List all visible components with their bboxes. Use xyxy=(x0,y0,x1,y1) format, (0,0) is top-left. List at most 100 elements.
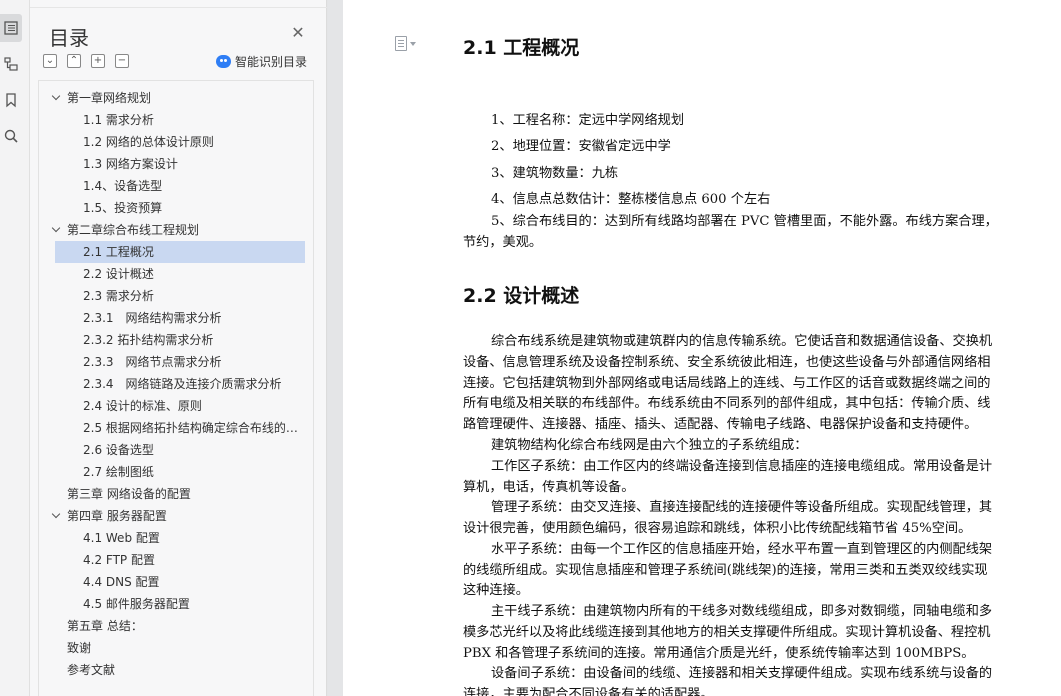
toc-section-item[interactable]: 2.3.3 网络节点需求分析 xyxy=(39,351,305,373)
toc-section-item[interactable]: 2.3.4 网络链路及连接介质需求分析 xyxy=(39,373,305,395)
document-icon xyxy=(395,36,407,51)
toc-item-label: 2.3 需求分析 xyxy=(83,289,154,303)
toc-section-item[interactable]: 1.5、投资预算 xyxy=(39,197,305,219)
toc-item-label: 2.3.4 网络链路及连接介质需求分析 xyxy=(83,377,282,391)
toc-item-label: 2.1 工程概况 xyxy=(83,245,154,259)
section-heading-2-1: 2.1 工程概况 xyxy=(463,37,580,59)
expand-all-icon[interactable]: ⌄ xyxy=(43,54,57,68)
close-icon[interactable]: ✕ xyxy=(290,25,306,41)
toc-section-item[interactable]: 1.2 网络的总体设计原则 xyxy=(39,131,305,153)
toc-section-item[interactable]: 4.5 邮件服务器配置 xyxy=(39,593,305,615)
list-item: 3、建筑物数量：九栋 xyxy=(491,166,619,181)
toc-section-item[interactable]: 2.1 工程概况 xyxy=(55,241,305,263)
toc-item-label: 致谢 xyxy=(67,641,92,655)
toc-chapter-item[interactable]: 参考文献 xyxy=(39,659,313,681)
side-rail xyxy=(0,0,30,696)
toc-item-label: 第二章综合布线工程规划 xyxy=(67,223,200,237)
toc-item-label: 第三章 网络设备的配置 xyxy=(67,487,191,501)
toc-toolbar: ⌄ ⌃ + − xyxy=(43,54,129,70)
toc-item-label: 1.4、设备选型 xyxy=(83,179,163,193)
toc-tree: 第一章网络规划 1.1 需求分析 1.2 网络的总体设计原则 1.3 网络方案设计 1.… xyxy=(38,80,314,696)
chevron-down-icon xyxy=(410,41,416,46)
ai-icon xyxy=(216,55,231,68)
paragraph-line: 所有电缆及相关联的布线部件。布线系统由不同系列的部件组成，其中包括：传输介质、线 xyxy=(463,396,991,411)
add-heading-icon[interactable]: + xyxy=(91,54,105,68)
toc-chapter-item[interactable]: 第二章综合布线工程规划 xyxy=(39,219,313,241)
paragraph-line: 工作区子系统：由工作区内的终端设备连接到信息插座的连接电缆组成。常用设备是计 xyxy=(491,459,993,474)
search-icon[interactable] xyxy=(0,122,22,150)
paragraph-line: 水平子系统：由每一个工作区的信息插座开始，经水平布置一直到管理区的内侧配线架 xyxy=(491,542,993,557)
toc-item-label: 第五章 总结： xyxy=(67,619,143,633)
toc-section-item[interactable]: 4.4 DNS 配置 xyxy=(39,571,305,593)
panel-top-border xyxy=(30,0,327,8)
toc-item-label: 4.1 Web 配置 xyxy=(83,531,160,545)
toc-chapter-item[interactable]: 第三章 网络设备的配置 xyxy=(39,483,313,505)
toc-section-item[interactable]: 1.1 需求分析 xyxy=(39,109,305,131)
toc-item-label: 1.5、投资预算 xyxy=(83,201,163,215)
section-heading-2-2: 2.2 设计概述 xyxy=(463,285,580,307)
page-menu-button[interactable] xyxy=(395,36,416,51)
toc-list: 第一章网络规划 1.1 需求分析 1.2 网络的总体设计原则 1.3 网络方案设计 1.… xyxy=(39,87,313,681)
paragraph-line: 连接，主要为配合不同设备有关的适配器。 xyxy=(463,687,714,696)
toc-section-item[interactable]: 2.3.2 拓扑结构需求分析 xyxy=(39,329,305,351)
paragraph-line: 管理子系统：由交叉连接、直接连接配线的连接硬件等设备所组成。实现配线管理，其 xyxy=(491,500,993,515)
toc-item-label: 1.2 网络的总体设计原则 xyxy=(83,135,214,149)
list-item: 2、地理位置：安徽省定远中学 xyxy=(491,139,671,154)
toc-section-item[interactable]: 4.1 Web 配置 xyxy=(39,527,305,549)
toc-section-item[interactable]: 2.5 根据网络拓扑结构确定综合布线的路由 xyxy=(39,417,305,439)
toc-item-label: 参考文献 xyxy=(67,663,116,677)
toc-item-label: 2.6 设备选型 xyxy=(83,443,154,457)
paragraph-line: 模多芯光纤以及将此线缆连接到其他地方的相关支撑硬件所组成。实现计算机设备、程控机 xyxy=(463,625,991,640)
toc-section-item[interactable]: 2.2 设计概述 xyxy=(39,263,305,285)
paragraph-line: 这种连接。 xyxy=(463,583,529,598)
collapse-all-icon[interactable]: ⌃ xyxy=(67,54,81,68)
paragraph-line: 建筑物结构化综合布线网是由六个独立的子系统组成： xyxy=(491,438,808,453)
toc-section-item[interactable]: 1.4、设备选型 xyxy=(39,175,305,197)
remove-heading-icon[interactable]: − xyxy=(115,54,129,68)
toc-chapter-item[interactable]: 第五章 总结： xyxy=(39,615,313,637)
toc-item-label: 4.2 FTP 配置 xyxy=(83,553,155,567)
app-window: 目录 ✕ ⌄ ⌃ + − 智能识别目录 第一章网络规划 1.1 需求分析 1.2 网… xyxy=(0,0,1061,696)
paragraph-line: 的线缆所组成。实现信息插座和管理子系统间(跳线架)的连接，常用三类和五类双绞线实… xyxy=(463,563,988,578)
toc-item-label: 第四章 服务器配置 xyxy=(67,509,167,523)
toc-item-label: 2.4 设计的标准、原则 xyxy=(83,399,202,413)
paragraph-line: 算机，电话，传真机等设备。 xyxy=(463,480,635,495)
toc-item-label: 1.1 需求分析 xyxy=(83,113,154,127)
paragraph-line: 路管理硬件、连接器、插座、插头、适配器、传输电子线路、电器保护设备和支持硬件。 xyxy=(463,417,978,432)
paragraph-line: 连接。它包括建筑物到外部网络或电话局线路上的连线、与工作区的话音或数据终端之间的 xyxy=(463,376,991,391)
toc-section-item[interactable]: 2.3 需求分析 xyxy=(39,285,305,307)
paragraph-line: 设计很完善，使用颜色编码，很容易追踪和跳线，体积小比传统配线箱节省 45%空间。 xyxy=(463,521,972,536)
toc-item-label: 2.5 根据网络拓扑结构确定综合布线的路由 xyxy=(83,421,305,435)
list-item-continued: 节约，美观。 xyxy=(463,235,543,250)
paragraph-line: 主干线子系统：由建筑物内所有的干线多对数线缆组成，即多对数铜缆，同轴电缆和多 xyxy=(491,604,993,619)
toc-item-label: 2.3.2 拓扑结构需求分析 xyxy=(83,333,214,347)
toc-chapter-item[interactable]: 第一章网络规划 xyxy=(39,87,313,109)
toc-section-item[interactable]: 2.3.1 网络结构需求分析 xyxy=(39,307,305,329)
toc-item-label: 第一章网络规划 xyxy=(67,91,152,105)
chevron-down-icon[interactable] xyxy=(52,94,60,102)
toc-section-item[interactable]: 4.2 FTP 配置 xyxy=(39,549,305,571)
smart-toc-label: 智能识别目录 xyxy=(235,55,308,69)
toc-section-item[interactable]: 1.3 网络方案设计 xyxy=(39,153,305,175)
list-item: 4、信息点总数估计：整栋楼信息点 600 个左右 xyxy=(491,192,771,207)
toc-section-item[interactable]: 2.7 绘制图纸 xyxy=(39,461,305,483)
paragraph-line: PBX 和各管理子系统间的连接。常用通信介质是光纤，使系统传输率达到 100MB… xyxy=(463,646,975,661)
outline-icon[interactable] xyxy=(0,50,22,78)
toc-item-label: 2.3.1 网络结构需求分析 xyxy=(83,311,222,325)
paragraph-line: 设备、信息管理系统及设备控制系统、安全系统彼此相连，也使这些设备与外部通信网络相 xyxy=(463,355,991,370)
toc-title: 目录 xyxy=(49,26,89,50)
bookmark-icon[interactable] xyxy=(0,86,22,114)
toc-panel-icon[interactable] xyxy=(0,14,22,42)
toc-item-label: 1.3 网络方案设计 xyxy=(83,157,178,171)
chevron-down-icon[interactable] xyxy=(52,226,60,234)
toc-panel: 目录 ✕ ⌄ ⌃ + − 智能识别目录 第一章网络规划 1.1 需求分析 1.2 网… xyxy=(30,0,327,696)
toc-item-label: 4.4 DNS 配置 xyxy=(83,575,160,589)
toc-item-label: 4.5 邮件服务器配置 xyxy=(83,597,190,611)
toc-chapter-item[interactable]: 第四章 服务器配置 xyxy=(39,505,313,527)
chevron-down-icon[interactable] xyxy=(52,512,60,520)
smart-toc-button[interactable]: 智能识别目录 xyxy=(216,53,307,70)
toc-chapter-item[interactable]: 致谢 xyxy=(39,637,313,659)
toc-section-item[interactable]: 2.6 设备选型 xyxy=(39,439,305,461)
toc-item-label: 2.7 绘制图纸 xyxy=(83,465,154,479)
toc-section-item[interactable]: 2.4 设计的标准、原则 xyxy=(39,395,305,417)
